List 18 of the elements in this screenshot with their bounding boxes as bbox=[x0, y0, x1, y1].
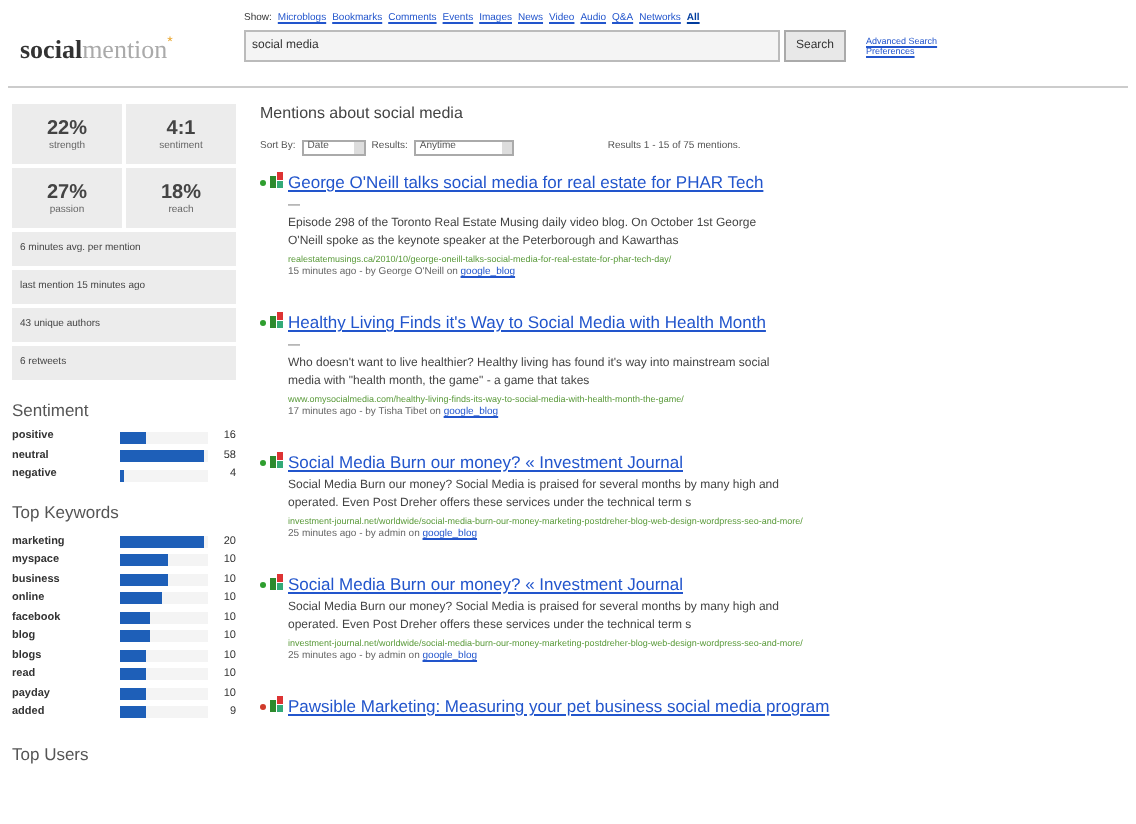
squares-icon bbox=[270, 452, 284, 468]
squares-icon bbox=[270, 312, 284, 328]
mentions-heading: Mentions about social media bbox=[260, 104, 465, 124]
stat-value: 22% bbox=[46, 117, 87, 139]
sentiment-heading: Sentiment bbox=[12, 398, 91, 424]
squares-icon bbox=[270, 172, 284, 188]
keywords-heading: Top Keywords bbox=[12, 500, 121, 526]
squares-icon bbox=[270, 696, 284, 712]
stat-value: 4:1 bbox=[166, 117, 196, 139]
result-title-link[interactable]: Pawsible Marketing: Measuring your pet business social media program bbox=[288, 696, 888, 718]
stat-value: 18% bbox=[160, 181, 201, 203]
result-title-link[interactable]: Healthy Living Finds it's Way to Social Media with Health Month bbox=[288, 312, 888, 334]
result-title-link[interactable]: Social Media Burn our money? « Investment Journal bbox=[288, 452, 888, 474]
squares-icon bbox=[270, 574, 284, 590]
top-users-heading: Top Users bbox=[12, 742, 91, 768]
stat-value: 27% bbox=[46, 181, 87, 203]
result-title-link[interactable]: George O'Neill talks social media for real estate for PHAR Tech bbox=[288, 172, 888, 194]
result-title-link[interactable]: Social Media Burn our money? « Investment Journal bbox=[288, 574, 888, 596]
